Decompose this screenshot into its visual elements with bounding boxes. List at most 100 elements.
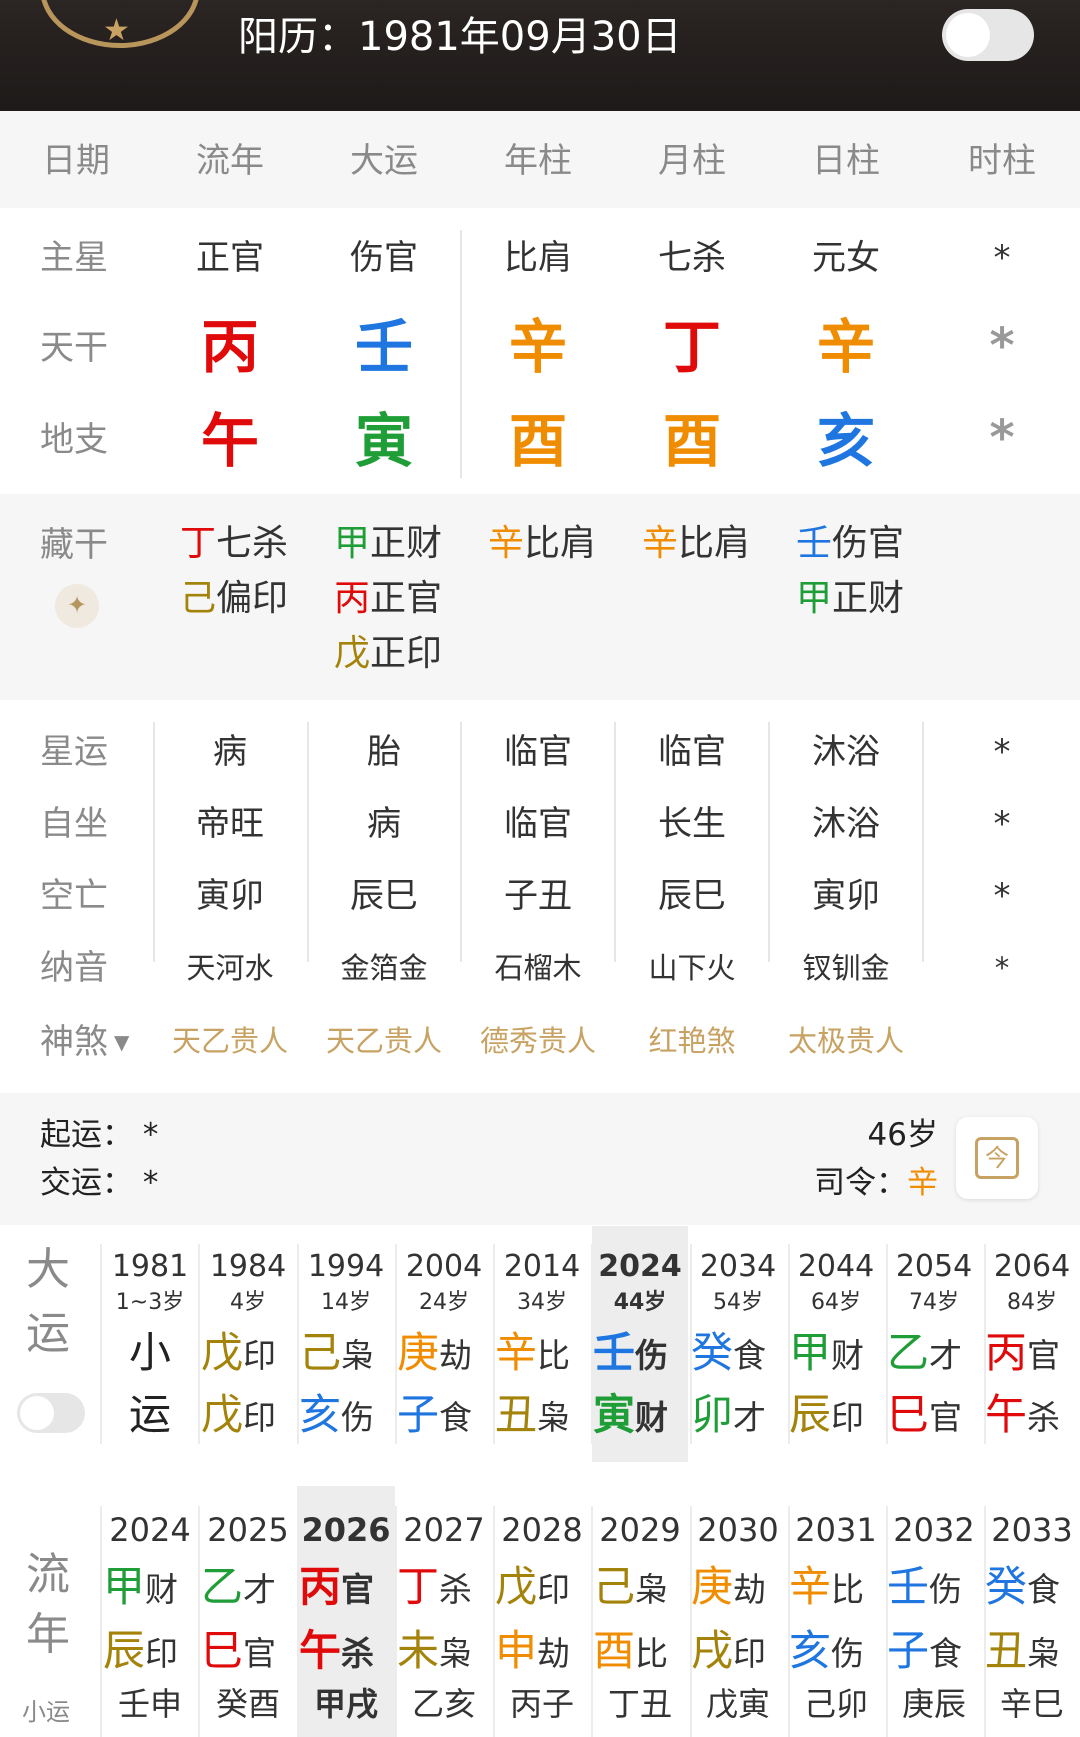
liunian-year[interactable]: 2024 — [101, 1514, 199, 1546]
pin-button[interactable]: ✦ — [55, 584, 99, 628]
liunian-ganzhi[interactable]: 丙官 — [299, 1566, 374, 1608]
hidden-stem: 甲正财 — [796, 578, 905, 619]
grid-divider — [614, 722, 616, 962]
dayun-ganzhi[interactable]: 庚劫 — [397, 1332, 472, 1374]
liunian-year[interactable]: 2028 — [493, 1514, 591, 1546]
dayun-year[interactable]: 1981 — [101, 1252, 199, 1282]
shensha-item[interactable]: 天乙贵人 — [314, 1027, 454, 1056]
shensha-label[interactable]: 神煞 ▼ — [40, 1025, 129, 1059]
xiaoyun-label: 小运 — [22, 1698, 70, 1726]
liunian-ganzhi[interactable]: 辛比 — [789, 1566, 864, 1608]
header-toggle[interactable] — [942, 9, 1034, 61]
dayun-year[interactable]: 1994 — [297, 1252, 395, 1282]
row-value: 子丑 — [504, 876, 572, 916]
dayun-ganzhi[interactable]: 丙官 — [985, 1332, 1060, 1374]
dayun-ganzhi[interactable]: 癸食 — [691, 1332, 766, 1374]
hidden-stem: 己偏印 — [180, 578, 289, 619]
liunian-xiaoyun: 甲戌 — [313, 1685, 378, 1723]
liunian-label-2: 年 — [26, 1609, 70, 1660]
liunian-xiaoyun: 壬申 — [117, 1685, 182, 1723]
dayun-ganzhi[interactable]: 乙才 — [887, 1332, 962, 1374]
dayun-ganzhi[interactable]: 卯才 — [691, 1394, 766, 1436]
dayun-ganzhi[interactable]: 辰印 — [789, 1394, 864, 1436]
column-header-0[interactable]: 日期 — [6, 144, 146, 178]
dayun-ganzhi[interactable]: 己枭 — [299, 1332, 374, 1374]
column-header-5[interactable]: 日柱 — [776, 144, 916, 178]
earthly-branch: 寅 — [354, 407, 413, 475]
dayun-ganzhi[interactable]: 巳官 — [887, 1394, 962, 1436]
shensha-item[interactable]: 德秀贵人 — [468, 1027, 608, 1056]
dayun-toggle[interactable] — [17, 1393, 85, 1433]
liunian-year[interactable]: 2029 — [591, 1514, 689, 1546]
dayun-ganzhi[interactable]: 戊印 — [201, 1394, 276, 1436]
liunian-ganzhi[interactable]: 午杀 — [299, 1630, 374, 1672]
row-value: 寅卯 — [196, 876, 264, 916]
dayun-ganzhi[interactable]: 戊印 — [201, 1332, 276, 1374]
dayun-year[interactable]: 2034 — [689, 1252, 787, 1282]
liunian-label-1: 流 — [26, 1549, 70, 1600]
dayun-year[interactable]: 2014 — [493, 1252, 591, 1282]
column-header-6[interactable]: 时柱 — [932, 144, 1072, 178]
row-value: 石榴木 — [494, 951, 582, 985]
liunian-year[interactable]: 2026 — [297, 1514, 395, 1546]
xiaoyun-char: 小 — [128, 1328, 171, 1377]
main-star: 正官 — [196, 238, 264, 278]
shensha-item[interactable]: 红艳煞 — [622, 1027, 762, 1056]
liunian-year[interactable]: 2030 — [689, 1514, 787, 1546]
liunian-year[interactable]: 2032 — [885, 1514, 983, 1546]
liunian-ganzhi[interactable]: 己枭 — [593, 1566, 668, 1608]
hidden-stem: 戊正印 — [334, 633, 443, 674]
column-header-3[interactable]: 年柱 — [468, 144, 608, 178]
liunian-ganzhi[interactable]: 酉比 — [593, 1630, 668, 1672]
dayun-ganzhi[interactable]: 甲财 — [789, 1332, 864, 1374]
column-header-2[interactable]: 大运 — [314, 144, 454, 178]
heavenly-stem: 壬 — [354, 313, 413, 381]
liunian-ganzhi[interactable]: 丑枭 — [985, 1630, 1060, 1672]
dayun-year[interactable]: 1984 — [199, 1252, 297, 1282]
liunian-year[interactable]: 2033 — [983, 1514, 1080, 1546]
liunian-ganzhi[interactable]: 戊印 — [495, 1566, 570, 1608]
shensha-item[interactable]: 太极贵人 — [776, 1027, 916, 1056]
liunian-ganzhi[interactable]: 甲财 — [103, 1566, 178, 1608]
liunian-ganzhi[interactable]: 丁杀 — [397, 1566, 472, 1608]
grid-divider — [922, 722, 924, 962]
liunian-year[interactable]: 2031 — [787, 1514, 885, 1546]
dayun-year[interactable]: 2064 — [983, 1252, 1080, 1282]
liunian-ganzhi[interactable]: 壬伤 — [887, 1566, 962, 1608]
dayun-year[interactable]: 2024 — [591, 1252, 689, 1282]
dayun-ganzhi[interactable]: 午杀 — [985, 1394, 1060, 1436]
liunian-ganzhi[interactable]: 申劫 — [495, 1630, 570, 1672]
dayun-age: 44岁 — [613, 1290, 667, 1315]
liunian-ganzhi[interactable]: 亥伤 — [789, 1630, 864, 1672]
liunian-ganzhi[interactable]: 乙才 — [201, 1566, 276, 1608]
dayun-year[interactable]: 2044 — [787, 1252, 885, 1282]
dayun-ganzhi[interactable]: 丑枭 — [495, 1394, 570, 1436]
dayun-ganzhi[interactable]: 亥伤 — [299, 1394, 374, 1436]
shensha-item[interactable]: 天乙贵人 — [160, 1027, 300, 1056]
dayun-label-1: 大 — [26, 1244, 70, 1295]
pillar-divider — [460, 230, 462, 478]
dayun-ganzhi[interactable]: 寅财 — [593, 1394, 668, 1436]
dayun-age: 54岁 — [713, 1290, 763, 1315]
dayun-ganzhi[interactable]: 壬伤 — [593, 1332, 668, 1374]
dayun-ganzhi[interactable]: 子食 — [397, 1394, 472, 1436]
dayun-year[interactable]: 2004 — [395, 1252, 493, 1282]
liunian-ganzhi[interactable]: 子食 — [887, 1630, 962, 1672]
liunian-ganzhi[interactable]: 癸食 — [985, 1566, 1060, 1608]
hidden-stem: 壬伤官 — [796, 523, 905, 564]
column-header-4[interactable]: 月柱 — [622, 144, 762, 178]
liunian-ganzhi[interactable]: 未枭 — [397, 1630, 472, 1672]
liunian-ganzhi[interactable]: 巳官 — [201, 1630, 276, 1672]
column-header-1[interactable]: 流年 — [160, 144, 300, 178]
dayun-label-2: 运 — [26, 1308, 70, 1359]
liunian-ganzhi[interactable]: 庚劫 — [691, 1566, 766, 1608]
liunian-year[interactable]: 2027 — [395, 1514, 493, 1546]
heavenly-stem: 辛 — [508, 313, 567, 381]
liunian-ganzhi[interactable]: 戌印 — [691, 1630, 766, 1672]
liunian-ganzhi[interactable]: 辰印 — [103, 1630, 178, 1672]
row-label: 自坐 — [40, 804, 108, 844]
liunian-year[interactable]: 2025 — [199, 1514, 297, 1546]
dayun-year[interactable]: 2054 — [885, 1252, 983, 1282]
calendar-button[interactable]: 今 — [956, 1117, 1038, 1199]
dayun-ganzhi[interactable]: 辛比 — [495, 1332, 570, 1374]
